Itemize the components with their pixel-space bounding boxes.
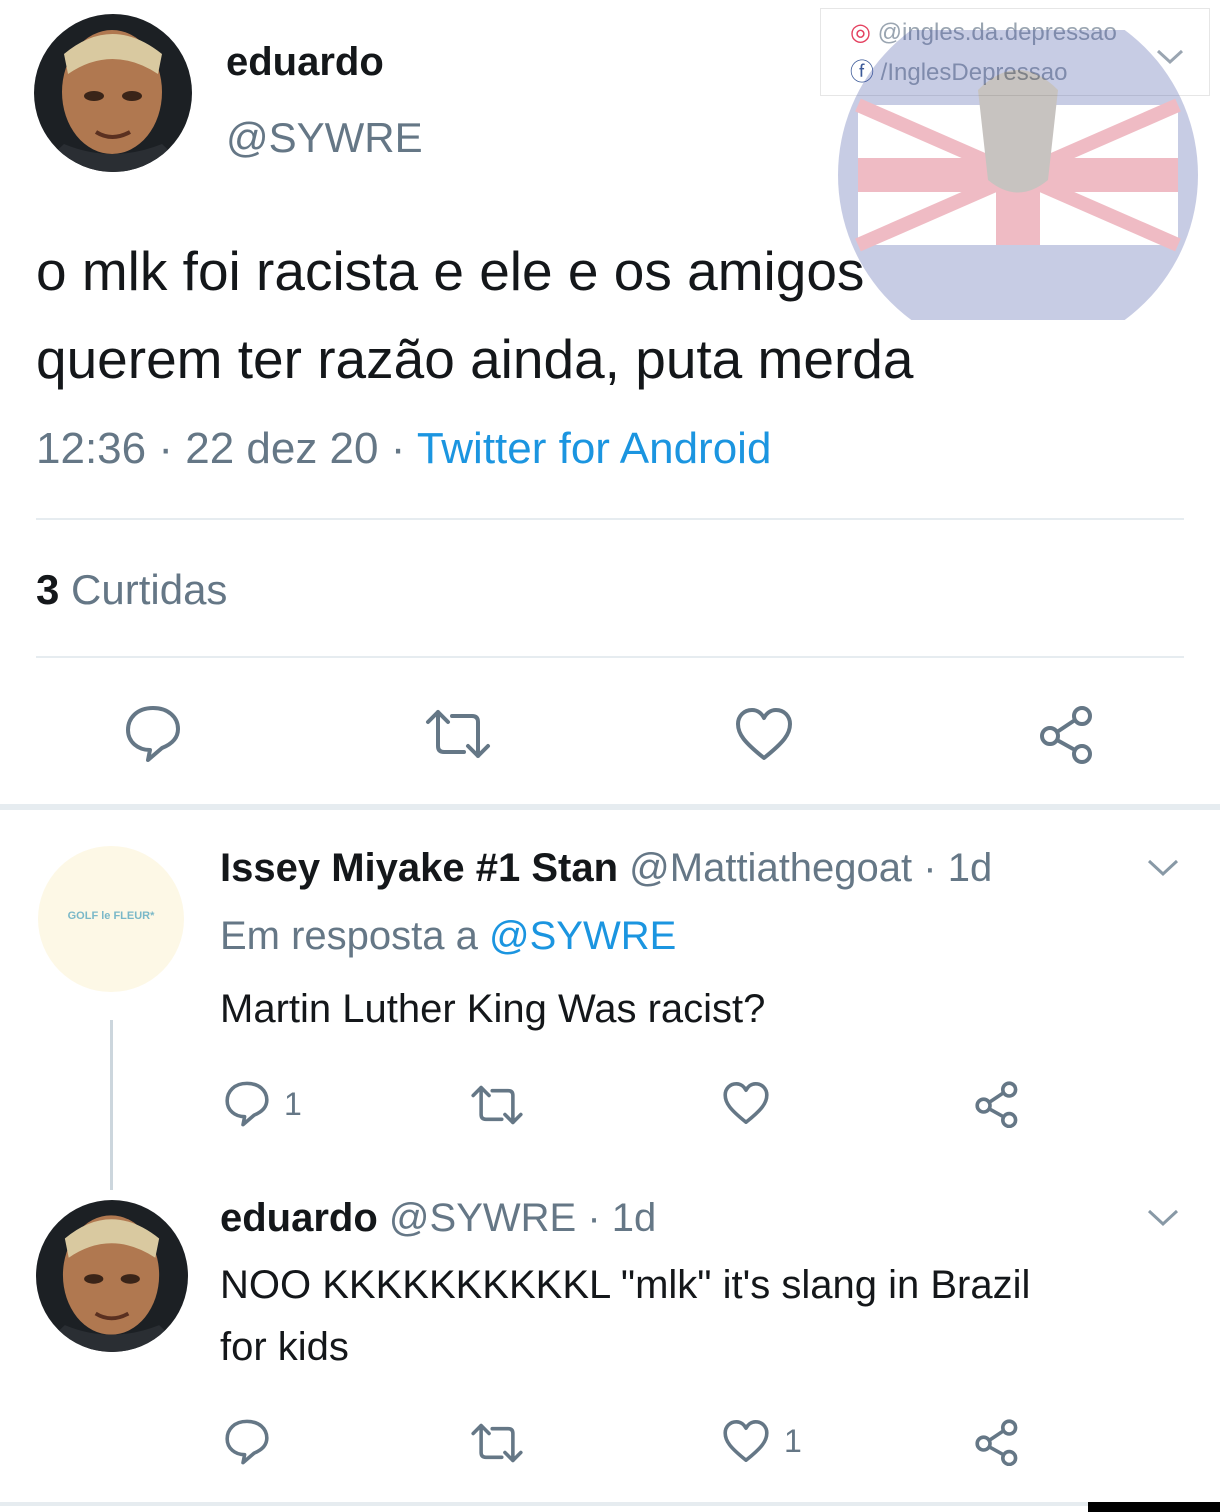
reply2-display-name[interactable]: eduardo — [220, 1196, 378, 1240]
bottom-edge-bar — [1088, 1502, 1220, 1512]
reply2-header: eduardo @SYWRE · 1d — [220, 1196, 656, 1241]
reply1-reply-button[interactable]: 1 — [224, 1080, 302, 1128]
retweet-icon — [426, 710, 490, 758]
reply2-menu-button[interactable] — [1146, 1208, 1180, 1233]
main-reply-button[interactable] — [124, 704, 182, 764]
reply1-retweet-button[interactable] — [470, 1084, 524, 1126]
meta-separator: · — [146, 424, 186, 473]
reply2-like-button[interactable]: 1 — [722, 1418, 802, 1464]
likes-count: 3 — [36, 566, 60, 613]
reply1-reply-count: 1 — [284, 1085, 302, 1122]
bottom-divider — [0, 1502, 1220, 1506]
main-tweet-handle[interactable]: @SYWRE — [226, 114, 423, 162]
share-icon — [1040, 706, 1092, 764]
reply1-menu-button[interactable] — [1146, 858, 1180, 883]
reply1-avatar-text: GOLF le FLEUR* — [67, 910, 155, 922]
reply-icon — [225, 1081, 269, 1127]
main-tweet-avatar[interactable] — [34, 14, 192, 172]
tweet-source-link[interactable]: Twitter for Android — [417, 424, 772, 473]
reply2-reply-button[interactable] — [224, 1418, 270, 1466]
heart-icon — [723, 1420, 769, 1462]
reply1-share-button[interactable] — [974, 1080, 1022, 1128]
reply2-avatar[interactable] — [36, 1200, 188, 1352]
main-tweet-text-line1: o mlk foi racista e ele e os amigos — [36, 240, 865, 302]
heart-icon — [723, 1082, 769, 1124]
reply1-header: Issey Miyake #1 Stan @Mattiathegoat · 1d — [220, 846, 992, 891]
share-icon — [975, 1081, 1018, 1128]
meta-separator: · — [378, 424, 417, 473]
main-share-button[interactable] — [1038, 704, 1098, 764]
reply-icon — [225, 1419, 269, 1465]
tweet-time: 12:36 — [36, 424, 147, 473]
reply1-in-reply-to: Em resposta a @SYWRE — [220, 914, 676, 959]
thread-line — [110, 1020, 113, 1190]
reply2-like-count: 1 — [784, 1422, 802, 1459]
main-tweet-display-name[interactable]: eduardo — [226, 40, 384, 85]
reply1-like-button[interactable] — [722, 1080, 770, 1126]
reply2-text-line1: NOO KKKKKKKKKKL "mlk" it's slang in Braz… — [220, 1263, 1031, 1307]
main-like-button[interactable] — [734, 706, 794, 762]
meta-separator: · — [912, 846, 948, 890]
main-tweet-meta: 12:36 · 22 dez 20 · Twitter for Android — [36, 424, 771, 474]
share-icon — [975, 1419, 1018, 1466]
watermark-logo — [828, 0, 1208, 355]
reply-icon — [126, 706, 180, 762]
chevron-down-icon — [1147, 1209, 1179, 1227]
likes-count-link[interactable]: 3 Curtidas — [36, 566, 227, 614]
reply2-retweet-button[interactable] — [470, 1422, 524, 1464]
heart-icon — [736, 708, 792, 760]
divider — [36, 656, 1184, 658]
likes-label: Curtidas — [71, 566, 228, 613]
reply1-handle[interactable]: @Mattiathegoat — [629, 846, 912, 890]
reply1-avatar[interactable]: GOLF le FLEUR* — [38, 846, 184, 992]
chevron-down-icon — [1147, 859, 1179, 877]
retweet-icon — [471, 1085, 523, 1125]
divider — [36, 518, 1184, 520]
reply2-share-button[interactable] — [974, 1418, 1022, 1466]
main-retweet-button[interactable] — [424, 708, 492, 760]
reply1-display-name[interactable]: Issey Miyake #1 Stan — [220, 846, 618, 890]
reply2-text-line2: for kids — [220, 1325, 349, 1369]
tweet-date: 22 dez 20 — [185, 424, 379, 473]
retweet-icon — [471, 1423, 523, 1463]
meta-separator: · — [576, 1196, 612, 1240]
in-reply-mention-link[interactable]: @SYWRE — [489, 914, 676, 958]
reply2-time: 1d — [611, 1196, 657, 1240]
main-tweet-text-line2: querem ter razão ainda, puta merda — [36, 328, 914, 390]
section-separator — [0, 804, 1220, 810]
reply1-time: 1d — [947, 846, 993, 890]
reply1-text: Martin Luther King Was racist? — [220, 987, 766, 1031]
in-reply-label: Em resposta a — [220, 914, 478, 958]
reply2-handle[interactable]: @SYWRE — [389, 1196, 576, 1240]
